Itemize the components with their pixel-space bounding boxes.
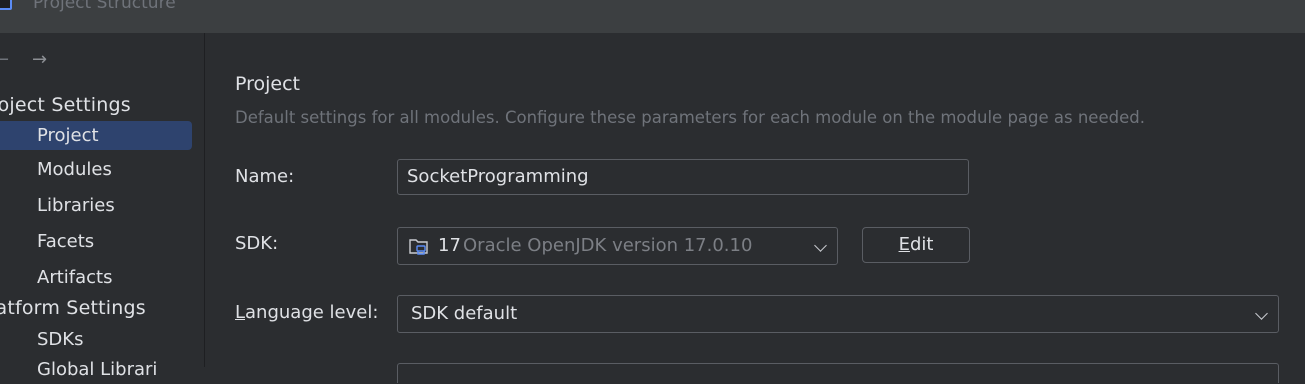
sidebar-item-label: Project — [37, 125, 99, 146]
sdk-label: SDK: — [235, 233, 279, 254]
title-bar: Project Structure — [0, 0, 1305, 33]
sidebar-item-libraries[interactable]: Libraries — [0, 191, 192, 220]
sidebar-item-label: Modules — [37, 159, 112, 180]
app-icon — [0, 0, 12, 10]
main-panel: Project Default settings for all modules… — [205, 33, 1305, 383]
edit-button[interactable]: Edit — [862, 227, 970, 263]
name-label: Name: — [235, 166, 295, 187]
project-settings-header: roject Settings — [0, 94, 131, 116]
sidebar-item-label: Global Librari — [37, 359, 158, 380]
sdk-version: 17 — [438, 235, 461, 256]
sdk-combobox[interactable]: 17 Oracle OpenJDK version 17.0.10 — [397, 227, 838, 265]
page-title: Project — [235, 73, 301, 95]
compiler-output-field[interactable] — [397, 363, 1279, 383]
chevron-down-icon — [1255, 307, 1268, 320]
language-level-label: Language level: — [235, 302, 379, 323]
sidebar-item-global-libraries[interactable]: Global Librari — [0, 355, 192, 384]
language-level-value: SDK default — [411, 303, 518, 324]
sidebar: ← → roject Settings Project Modules Libr… — [0, 33, 205, 380]
forward-arrow-icon[interactable]: → — [32, 49, 47, 70]
platform-settings-header: latform Settings — [0, 297, 146, 319]
sidebar-item-label: Facets — [37, 231, 95, 252]
sidebar-item-project[interactable]: Project — [0, 121, 192, 150]
sdk-folder-icon — [409, 239, 428, 255]
page-description: Default settings for all modules. Config… — [235, 108, 1145, 127]
sidebar-item-modules[interactable]: Modules — [0, 155, 192, 184]
language-level-combobox[interactable]: SDK default — [397, 295, 1279, 333]
sdk-name: Oracle OpenJDK version 17.0.10 — [463, 235, 753, 256]
sidebar-item-sdks[interactable]: SDKs — [0, 325, 192, 354]
nav-arrows: ← → — [0, 49, 80, 70]
sidebar-item-artifacts[interactable]: Artifacts — [0, 263, 192, 292]
sidebar-item-facets[interactable]: Facets — [0, 227, 192, 256]
name-field[interactable]: SocketProgramming — [397, 159, 969, 195]
back-arrow-icon[interactable]: ← — [0, 49, 9, 70]
chevron-down-icon — [814, 239, 827, 252]
window-title: Project Structure — [33, 0, 176, 13]
sidebar-item-label: SDKs — [37, 329, 84, 350]
sidebar-item-label: Artifacts — [37, 267, 113, 288]
sidebar-item-label: Libraries — [37, 195, 115, 216]
